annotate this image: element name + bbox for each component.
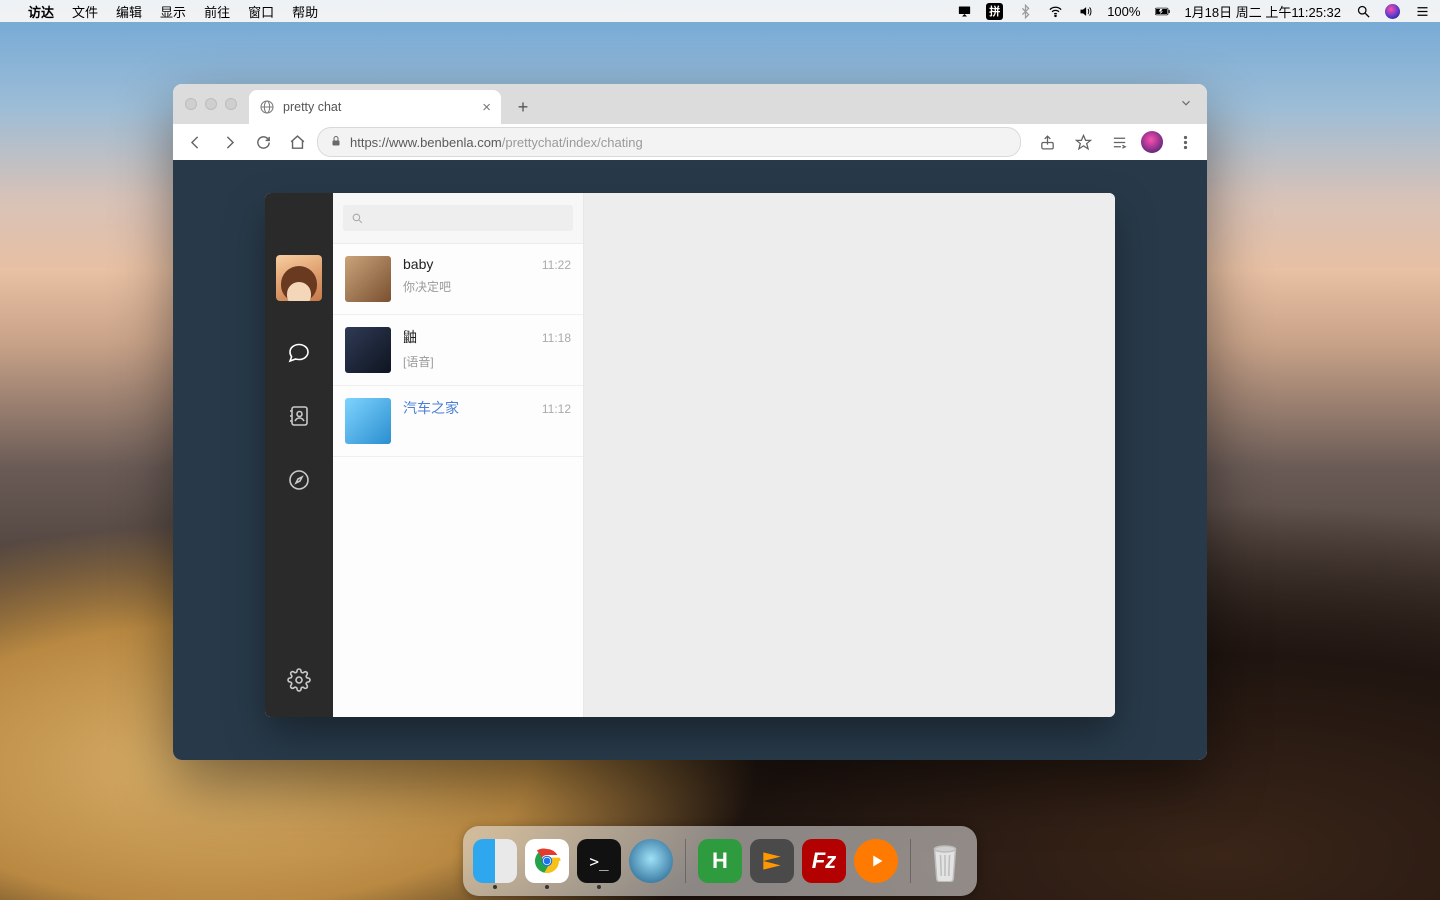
browser-toolbar: https://www.benbenla.com/prettychat/inde… — [173, 124, 1207, 161]
dock-app-trash[interactable] — [923, 839, 967, 883]
address-bar[interactable]: https://www.benbenla.com/prettychat/inde… — [317, 127, 1021, 157]
my-avatar[interactable] — [276, 255, 322, 301]
wifi-icon[interactable] — [1047, 3, 1063, 19]
conversation-item[interactable]: baby 11:22 你决定吧 — [333, 244, 583, 315]
dock-app-filezilla[interactable]: Fz — [802, 839, 846, 883]
search-icon — [351, 212, 364, 225]
menubar-item-help[interactable]: 帮助 — [292, 2, 318, 21]
menubar-item-go[interactable]: 前往 — [204, 2, 230, 21]
input-method-icon[interactable]: 拼 — [986, 3, 1003, 20]
conversation-name: 鼬 — [403, 327, 417, 347]
conversation-item[interactable]: 鼬 11:18 [语音] — [333, 315, 583, 386]
macos-menubar: 访达 文件 编辑 显示 前往 窗口 帮助 拼 100% 1月18日 周二 上午1… — [0, 0, 1440, 22]
dock-app-sublime[interactable] — [750, 839, 794, 883]
tab-title: pretty chat — [283, 100, 341, 114]
menubar-item-edit[interactable]: 编辑 — [116, 2, 142, 21]
globe-icon — [259, 99, 275, 115]
conversation-item[interactable]: 汽车之家 11:12 — [333, 386, 583, 457]
browser-tabstrip: pretty chat × + — [173, 84, 1207, 124]
home-button[interactable] — [283, 128, 311, 156]
dock-app-terminal[interactable]: >_ — [577, 839, 621, 883]
browser-menu-button[interactable] — [1171, 128, 1199, 156]
reading-list-button[interactable] — [1105, 128, 1133, 156]
chat-main-pane — [584, 193, 1115, 717]
conversation-avatar — [345, 398, 391, 444]
reload-button[interactable] — [249, 128, 277, 156]
window-minimize-icon[interactable] — [205, 98, 217, 110]
window-close-icon[interactable] — [185, 98, 197, 110]
battery-icon[interactable] — [1154, 3, 1170, 19]
tab-close-icon[interactable]: × — [482, 99, 491, 116]
siri-icon[interactable] — [1385, 4, 1400, 19]
window-zoom-icon[interactable] — [225, 98, 237, 110]
conversation-preview: [语音] — [403, 353, 571, 370]
menubar-datetime[interactable]: 1月18日 周二 上午11:25:32 — [1184, 2, 1341, 21]
conversation-time: 11:18 — [542, 331, 571, 345]
chat-app-window: baby 11:22 你决定吧 鼬 11:18 [语音] 汽车之家 11:12 — [265, 193, 1115, 717]
conversation-avatar — [345, 256, 391, 302]
window-controls[interactable] — [185, 98, 237, 110]
conversation-preview: 你决定吧 — [403, 278, 571, 295]
dock-app-finder[interactable] — [473, 839, 517, 883]
menubar-item-view[interactable]: 显示 — [160, 2, 186, 21]
menubar-item-file[interactable]: 文件 — [72, 2, 98, 21]
bookmark-button[interactable] — [1069, 128, 1097, 156]
search-wrap — [333, 193, 583, 244]
browser-window: pretty chat × + https://www.benbenla.com… — [173, 84, 1207, 760]
menubar-app-name[interactable]: 访达 — [28, 2, 54, 21]
tabs-dropdown-icon[interactable] — [1179, 96, 1193, 115]
search-input[interactable] — [343, 205, 573, 231]
macos-dock: >_ H Fz — [463, 826, 977, 896]
nav-forward-button[interactable] — [215, 128, 243, 156]
bluetooth-icon[interactable] — [1017, 3, 1033, 19]
conversation-avatar — [345, 327, 391, 373]
volume-icon[interactable] — [1077, 3, 1093, 19]
screen-mirroring-icon[interactable] — [956, 3, 972, 19]
dock-app-chrome[interactable] — [525, 839, 569, 883]
contacts-icon[interactable] — [286, 403, 312, 429]
lock-icon — [330, 135, 342, 150]
profile-avatar-button[interactable] — [1141, 131, 1163, 153]
settings-icon[interactable] — [286, 667, 312, 693]
conversation-name: 汽车之家 — [403, 398, 459, 418]
notification-center-icon[interactable] — [1414, 3, 1430, 19]
dock-app-player[interactable] — [854, 839, 898, 883]
browser-tab[interactable]: pretty chat × — [249, 90, 501, 124]
share-button[interactable] — [1033, 128, 1061, 156]
menubar-item-window[interactable]: 窗口 — [248, 2, 274, 21]
dock-app-quicktime[interactable] — [629, 839, 673, 883]
dock-app-h[interactable]: H — [698, 839, 742, 883]
battery-percent: 100% — [1107, 4, 1140, 19]
discover-icon[interactable] — [286, 467, 312, 493]
new-tab-button[interactable]: + — [509, 93, 537, 121]
conversation-time: 11:12 — [542, 402, 571, 416]
url-text: https://www.benbenla.com/prettychat/inde… — [350, 135, 643, 150]
chat-side-rail — [265, 193, 333, 717]
conversation-time: 11:22 — [542, 258, 571, 272]
browser-viewport: baby 11:22 你决定吧 鼬 11:18 [语音] 汽车之家 11:12 — [173, 160, 1207, 760]
dock-separator — [685, 839, 686, 883]
dock-separator — [910, 839, 911, 883]
conversation-list: baby 11:22 你决定吧 鼬 11:18 [语音] 汽车之家 11:12 — [333, 193, 584, 717]
spotlight-icon[interactable] — [1355, 3, 1371, 19]
nav-back-button[interactable] — [181, 128, 209, 156]
chats-icon[interactable] — [286, 339, 312, 365]
conversation-name: baby — [403, 256, 433, 272]
